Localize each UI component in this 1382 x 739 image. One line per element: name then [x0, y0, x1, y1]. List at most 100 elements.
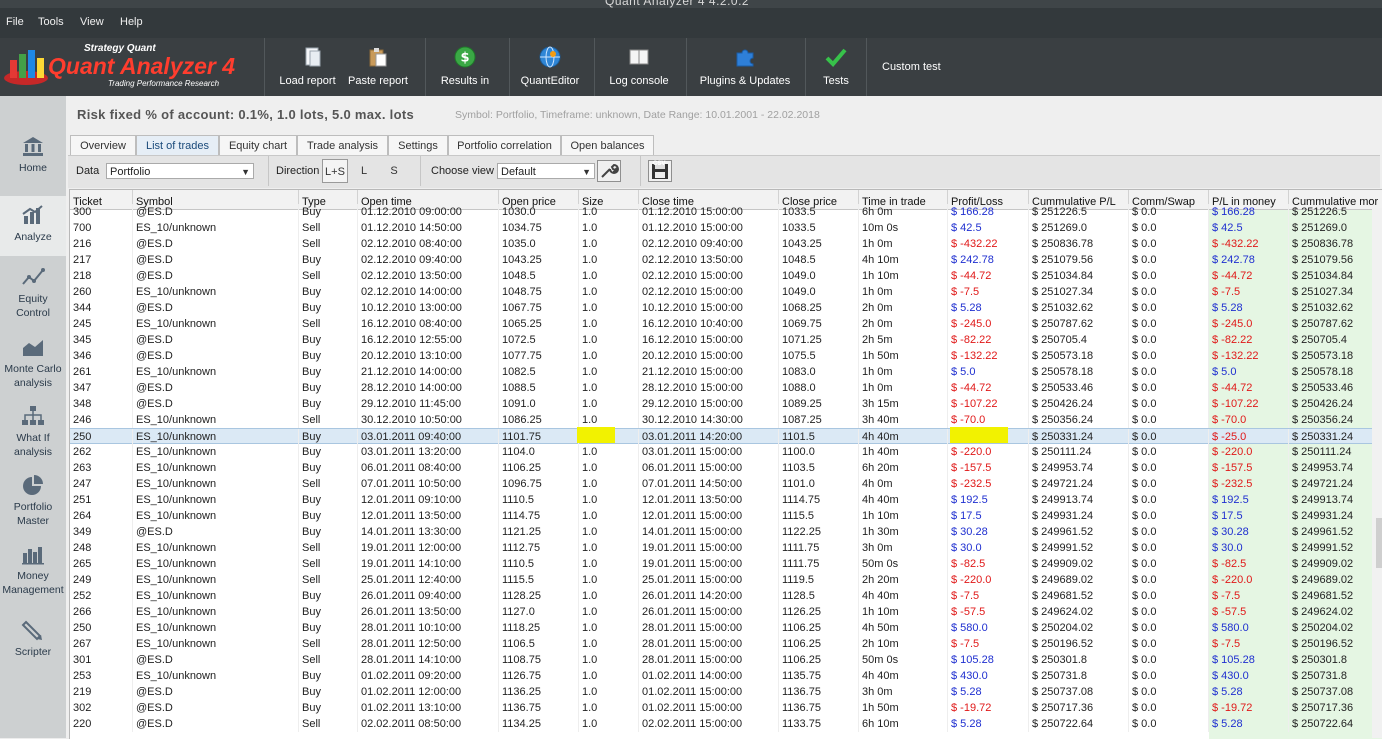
table-row[interactable]: 344 @ES.D Buy 10.12.2010 13:00:00 1067.75 1.0…: [70, 300, 1382, 316]
view-select[interactable]: Default ▼: [497, 163, 595, 179]
scrollbar-thumb[interactable]: [1376, 518, 1382, 568]
export-csv-button[interactable]: CSV: [648, 160, 672, 182]
cell-size: 1.0: [579, 492, 639, 508]
table-row[interactable]: 348 @ES.D Buy 29.12.2010 11:45:00 1091.0 1.0 2…: [70, 396, 1382, 412]
table-row[interactable]: 302 @ES.D Buy 01.02.2011 13:10:00 1136.75 1.0…: [70, 700, 1382, 716]
table-row[interactable]: 301 @ES.D Sell 28.01.2011 14:10:00 1108.75 1.…: [70, 652, 1382, 668]
menu-tools[interactable]: Tools: [38, 16, 64, 28]
cell-comm-swap: $ 0.0: [1129, 412, 1209, 428]
table-row[interactable]: 262 ES_10/unknown Buy 03.01.2011 13:20:00 11…: [70, 444, 1382, 460]
tab-trade-analysis[interactable]: Trade analysis: [297, 135, 388, 156]
cell-open-time: 20.12.2010 13:10:00: [358, 348, 499, 364]
table-row[interactable]: 265 ES_10/unknown Sell 19.01.2011 14:10:00 1…: [70, 556, 1382, 572]
sidebar-item-home[interactable]: Home: [0, 135, 66, 175]
cell-cumulative-money: $ 249909.02: [1289, 556, 1382, 572]
tab-equity-chart[interactable]: Equity chart: [219, 135, 297, 156]
table-row[interactable]: 347 @ES.D Buy 28.12.2010 14:00:00 1088.5 1.0 2…: [70, 380, 1382, 396]
cell-open-time: 26.01.2011 13:50:00: [358, 604, 499, 620]
cell-type: Sell: [299, 236, 358, 252]
log-console-button[interactable]: Log console: [600, 38, 678, 96]
sidebar-item-monte-carlo[interactable]: Monte Carlo analysis: [0, 336, 66, 390]
cell-pl-in-money: $ 242.78: [1209, 252, 1289, 268]
sidebar-item-what-if[interactable]: What If analysis: [0, 405, 66, 459]
custom-test-button[interactable]: Custom test: [882, 61, 941, 73]
table-row[interactable]: 218 @ES.D Sell 02.12.2010 13:50:00 1048.5 1.0…: [70, 268, 1382, 284]
table-row[interactable]: 217 @ES.D Buy 02.12.2010 09:40:00 1043.25 1.0…: [70, 252, 1382, 268]
table-row[interactable]: 247 ES_10/unknown Sell 07.01.2011 10:50:00 1…: [70, 476, 1382, 492]
cell-open-price: 1128.25: [499, 588, 579, 604]
table-row[interactable]: 252 ES_10/unknown Buy 26.01.2011 09:40:00 11…: [70, 588, 1382, 604]
vertical-scrollbar[interactable]: [1372, 208, 1382, 738]
sidebar-item-scripter[interactable]: Scripter: [0, 619, 66, 659]
cell-time-in-trade: 2h 5m: [859, 332, 948, 348]
table-row[interactable]: 349 @ES.D Buy 14.01.2011 13:30:00 1121.25 1.0…: [70, 524, 1382, 540]
table-row[interactable]: 253 ES_10/unknown Buy 01.02.2011 09:20:00 11…: [70, 668, 1382, 684]
table-row[interactable]: 248 ES_10/unknown Sell 19.01.2011 12:00:00 1…: [70, 540, 1382, 556]
cell-open-time: 21.12.2010 14:00:00: [358, 364, 499, 380]
menu-file[interactable]: File: [6, 16, 24, 28]
view-settings-button[interactable]: [597, 160, 621, 182]
cell-close-time: 26.01.2011 14:20:00: [639, 588, 779, 604]
cell-type: Buy: [299, 444, 358, 460]
cell-cumulative-pl: $ 249721.24: [1029, 476, 1129, 492]
cell-close-time: 10.12.2010 15:00:00: [639, 300, 779, 316]
direction-short-button[interactable]: S: [382, 159, 406, 183]
table-row[interactable]: 251 ES_10/unknown Buy 12.01.2011 09:10:00 11…: [70, 492, 1382, 508]
cell-open-price: 1115.5: [499, 572, 579, 588]
direction-long-button[interactable]: L: [352, 159, 376, 183]
data-select[interactable]: Portfolio ▼: [106, 163, 254, 179]
cell-symbol: @ES.D: [133, 332, 299, 348]
sidebar-item-analyze[interactable]: Analyze: [0, 196, 66, 256]
table-row[interactable]: 249 ES_10/unknown Sell 25.01.2011 12:40:00 1…: [70, 572, 1382, 588]
table-row[interactable]: 267 ES_10/unknown Sell 28.01.2011 12:50:00 1…: [70, 636, 1382, 652]
cell-close-price: 1101.5: [779, 429, 859, 445]
table-row[interactable]: 245 ES_10/unknown Sell 16.12.2010 08:40:00 1…: [70, 316, 1382, 332]
tab-settings[interactable]: Settings: [388, 135, 448, 156]
sidebar-item-equity-control[interactable]: Equity Control: [0, 266, 66, 320]
sidebar-item-money-management[interactable]: Money Management: [0, 543, 66, 597]
table-row[interactable]: 345 @ES.D Buy 16.12.2010 12:55:00 1072.5 1.0 1…: [70, 332, 1382, 348]
cell-comm-swap: $ 0.0: [1129, 252, 1209, 268]
menu-view[interactable]: View: [80, 16, 104, 28]
plugins-updates-button[interactable]: Plugins & Updates: [694, 38, 796, 96]
table-row[interactable]: 246 ES_10/unknown Sell 30.12.2010 10:50:00 1…: [70, 412, 1382, 428]
table-row[interactable]: 266 ES_10/unknown Buy 26.01.2011 13:50:00 11…: [70, 604, 1382, 620]
cell-profit-loss: $ 5.0: [948, 364, 1029, 380]
table-row[interactable]: 216 @ES.D Sell 02.12.2010 08:40:00 1035.0 1.0…: [70, 236, 1382, 252]
cell-comm-swap: $ 0.0: [1129, 604, 1209, 620]
tab-list-of-trades[interactable]: List of trades: [136, 135, 219, 156]
table-row[interactable]: 250 ES_10/unknown Buy 03.01.2011 09:40:00 11…: [70, 428, 1382, 445]
cell-cumulative-pl: $ 249689.02: [1029, 572, 1129, 588]
table-row[interactable]: 260 ES_10/unknown Buy 02.12.2010 14:00:00 10…: [70, 284, 1382, 300]
table-row[interactable]: 700 ES_10/unknown Sell 01.12.2010 14:50:00 1…: [70, 220, 1382, 236]
table-row[interactable]: 346 @ES.D Buy 20.12.2010 13:10:00 1077.75 1.0…: [70, 348, 1382, 364]
table-row[interactable]: 300 @ES.D Buy 01.12.2010 09:00:00 1030.0 1.0 0…: [70, 204, 1382, 220]
cell-open-time: 28.01.2011 12:50:00: [358, 636, 499, 652]
direction-ls-button[interactable]: L+S: [322, 159, 348, 183]
cell-cumulative-money: $ 251226.5: [1289, 204, 1382, 220]
cell-close-time: 28.12.2010 15:00:00: [639, 380, 779, 396]
table-row[interactable]: 219 @ES.D Buy 01.02.2011 12:00:00 1136.25 1.0…: [70, 684, 1382, 700]
paste-report-button[interactable]: Paste report: [343, 38, 413, 96]
quanteditor-button[interactable]: QuantEditor: [512, 38, 588, 96]
cell-pl-in-money: $ -132.22: [1209, 348, 1289, 364]
table-row[interactable]: 264 ES_10/unknown Buy 12.01.2011 13:50:00 11…: [70, 508, 1382, 524]
tab-overview[interactable]: Overview: [70, 135, 136, 156]
table-row[interactable]: 250 ES_10/unknown Buy 28.01.2011 10:10:00 11…: [70, 620, 1382, 636]
tests-button[interactable]: Tests: [806, 38, 866, 96]
logo-name: Quant Analyzer 4: [48, 53, 236, 79]
cell-ticket: 264: [70, 508, 133, 524]
cell-pl-in-money: $ 166.28: [1209, 204, 1289, 220]
results-in-button[interactable]: $ Results in: [430, 38, 500, 96]
table-row[interactable]: 261 ES_10/unknown Buy 21.12.2010 14:00:00 10…: [70, 364, 1382, 380]
table-row[interactable]: 263 ES_10/unknown Buy 06.01.2011 08:40:00 11…: [70, 460, 1382, 476]
load-report-button[interactable]: Load report: [270, 38, 345, 96]
tab-portfolio-correlation[interactable]: Portfolio correlation: [448, 135, 561, 156]
cell-close-time: 12.01.2011 13:50:00: [639, 492, 779, 508]
tab-open-balances[interactable]: Open balances: [561, 135, 654, 156]
sidebar-item-portfolio-master[interactable]: Portfolio Master: [0, 474, 66, 528]
cell-cumulative-pl: $ 249931.24: [1029, 508, 1129, 524]
table-row[interactable]: 220 @ES.D Sell 02.02.2011 08:50:00 1134.25 1.…: [70, 716, 1382, 732]
menu-help[interactable]: Help: [120, 16, 143, 28]
cell-symbol: @ES.D: [133, 236, 299, 252]
